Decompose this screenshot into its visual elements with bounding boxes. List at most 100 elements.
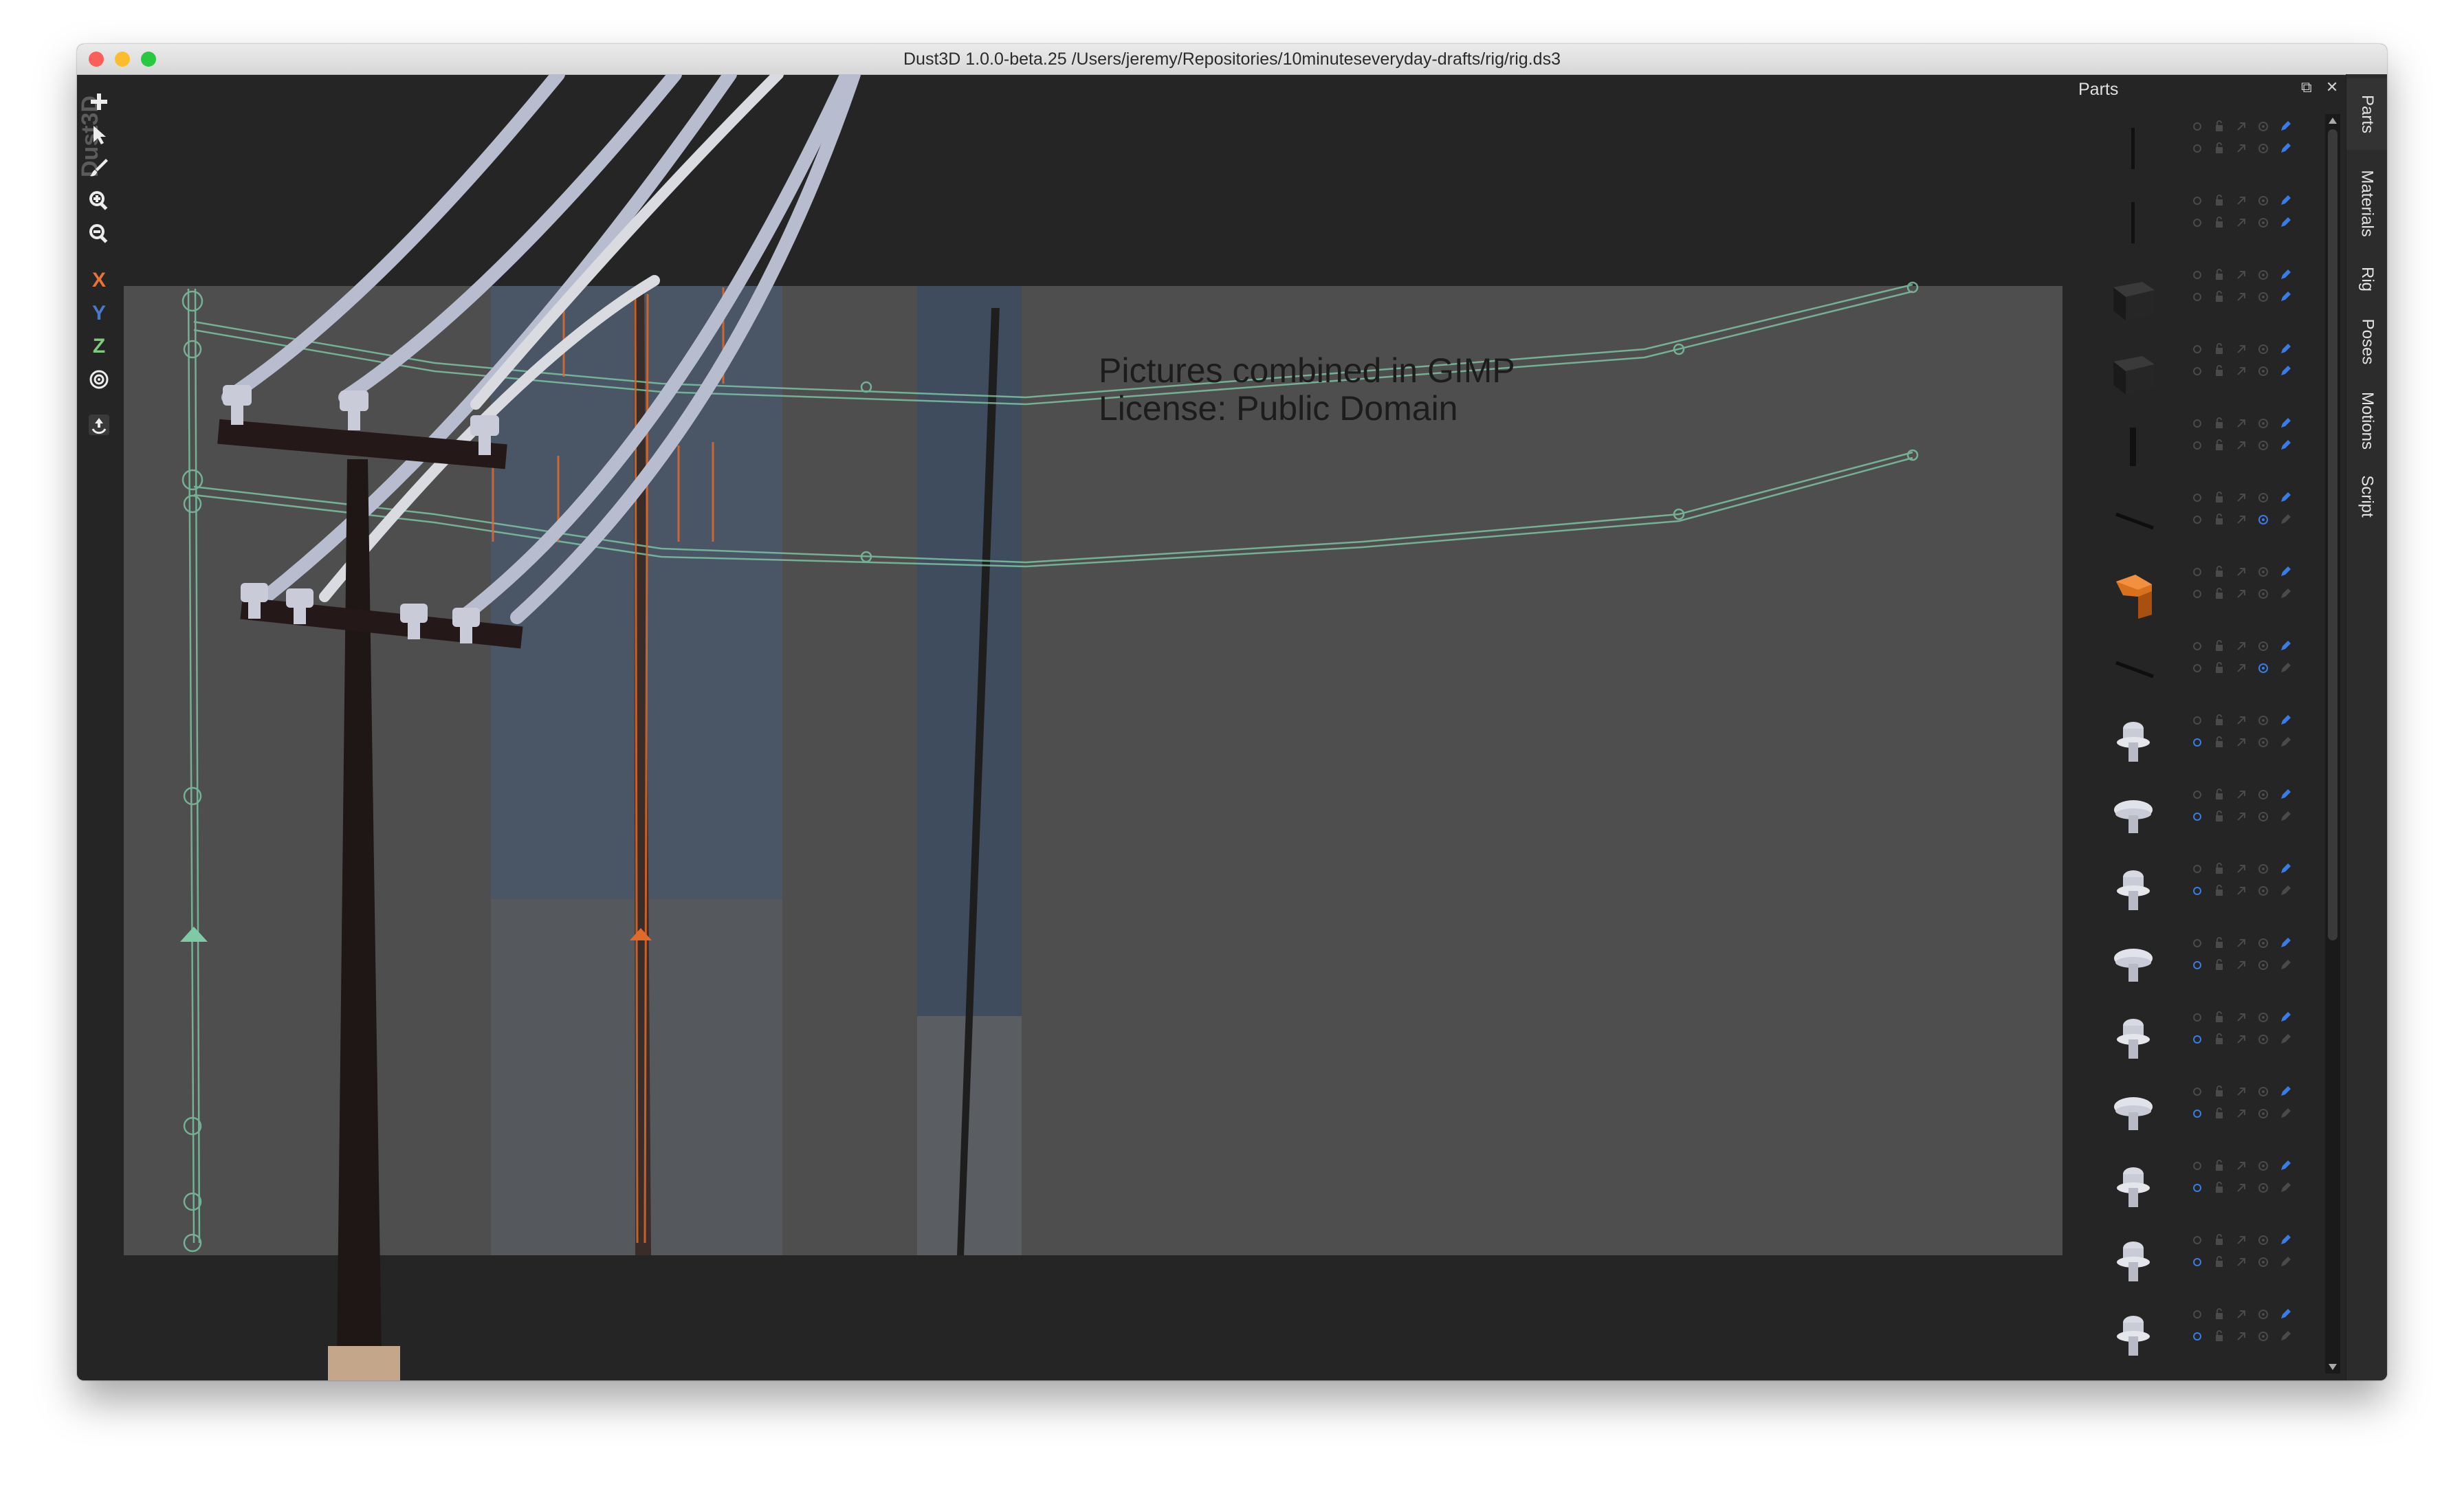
lock-icon[interactable]: [2212, 1085, 2226, 1099]
rotation-icon[interactable]: [2256, 1255, 2270, 1269]
round-end-icon[interactable]: [2278, 1255, 2292, 1269]
xmirror-icon[interactable]: [2190, 1330, 2204, 1343]
disable-icon[interactable]: [2234, 587, 2248, 601]
link-icon[interactable]: [2234, 639, 2248, 653]
wireframe-icon[interactable]: [2256, 1159, 2270, 1173]
edit-color-icon[interactable]: [2278, 1308, 2292, 1321]
wireframe-icon[interactable]: [2256, 714, 2270, 727]
rotation-icon[interactable]: [2256, 1033, 2270, 1046]
visibility-icon[interactable]: [2190, 639, 2204, 653]
link-icon[interactable]: [2234, 1308, 2248, 1321]
disable-icon[interactable]: [2234, 1033, 2248, 1046]
part-item[interactable]: [2071, 484, 2298, 553]
tab-rig[interactable]: Rig: [2346, 257, 2387, 301]
part-item[interactable]: [2071, 410, 2298, 478]
rotation-icon[interactable]: [2256, 142, 2270, 155]
visibility-icon[interactable]: [2190, 714, 2204, 727]
round-end-icon[interactable]: [2278, 587, 2292, 601]
visibility-icon[interactable]: [2190, 788, 2204, 802]
wireframe-icon[interactable]: [2256, 788, 2270, 802]
wireframe-icon[interactable]: [2256, 565, 2270, 579]
link-icon[interactable]: [2234, 268, 2248, 282]
link-icon[interactable]: [2234, 194, 2248, 208]
lock-icon[interactable]: [2212, 1233, 2226, 1247]
edit-color-icon[interactable]: [2278, 714, 2292, 727]
part-item[interactable]: [2071, 113, 2298, 181]
disable-icon[interactable]: [2234, 958, 2248, 972]
subdivide-icon[interactable]: [2212, 810, 2226, 824]
disable-icon[interactable]: [2234, 661, 2248, 675]
subdivide-icon[interactable]: [2212, 364, 2226, 378]
xmirror-icon[interactable]: [2190, 1255, 2204, 1269]
zoom-in-icon[interactable]: [82, 186, 116, 216]
y-axis-lock[interactable]: Y: [82, 298, 116, 329]
add-icon[interactable]: [82, 87, 116, 117]
disable-icon[interactable]: [2234, 736, 2248, 749]
disable-icon[interactable]: [2234, 1255, 2248, 1269]
subdivide-icon[interactable]: [2212, 1330, 2226, 1343]
paint-brush-icon[interactable]: [82, 153, 116, 183]
xmirror-icon[interactable]: [2190, 1033, 2204, 1046]
part-item[interactable]: [2071, 261, 2298, 330]
z-axis-lock[interactable]: Z: [82, 331, 116, 362]
subdivide-icon[interactable]: [2212, 142, 2226, 155]
select-icon[interactable]: [82, 120, 116, 150]
part-item[interactable]: [2071, 1004, 2298, 1072]
lock-icon[interactable]: [2212, 1011, 2226, 1024]
rotation-icon[interactable]: [2256, 513, 2270, 527]
part-item[interactable]: [2071, 929, 2298, 998]
disable-icon[interactable]: [2234, 1330, 2248, 1343]
xmirror-icon[interactable]: [2190, 513, 2204, 527]
wireframe-icon[interactable]: [2256, 417, 2270, 430]
rotation-icon[interactable]: [2256, 216, 2270, 230]
disable-icon[interactable]: [2234, 290, 2248, 304]
subdivide-icon[interactable]: [2212, 513, 2226, 527]
subdivide-icon[interactable]: [2212, 661, 2226, 675]
rotation-icon[interactable]: [2256, 884, 2270, 898]
edit-color-icon[interactable]: [2278, 936, 2292, 950]
wireframe-icon[interactable]: [2256, 639, 2270, 653]
rotation-icon[interactable]: [2256, 810, 2270, 824]
tab-parts[interactable]: Parts: [2346, 78, 2387, 150]
link-icon[interactable]: [2234, 417, 2248, 430]
xmirror-icon[interactable]: [2190, 439, 2204, 452]
rotation-icon[interactable]: [2256, 290, 2270, 304]
wireframe-icon[interactable]: [2256, 1308, 2270, 1321]
link-icon[interactable]: [2234, 120, 2248, 133]
tab-motions[interactable]: Motions: [2346, 382, 2387, 459]
round-end-icon[interactable]: [2278, 884, 2292, 898]
subdivide-icon[interactable]: [2212, 1033, 2226, 1046]
disable-icon[interactable]: [2234, 1181, 2248, 1195]
wireframe-icon[interactable]: [2256, 120, 2270, 133]
round-end-icon[interactable]: [2278, 216, 2292, 230]
lock-icon[interactable]: [2212, 1308, 2226, 1321]
rotation-icon[interactable]: [2256, 958, 2270, 972]
zoom-out-icon[interactable]: [82, 219, 116, 249]
part-item[interactable]: [2071, 335, 2298, 404]
subdivide-icon[interactable]: [2212, 439, 2226, 452]
round-end-icon[interactable]: [2278, 513, 2292, 527]
edit-color-icon[interactable]: [2278, 1159, 2292, 1173]
xmirror-icon[interactable]: [2190, 364, 2204, 378]
visibility-icon[interactable]: [2190, 268, 2204, 282]
round-end-icon[interactable]: [2278, 958, 2292, 972]
edit-color-icon[interactable]: [2278, 788, 2292, 802]
rotation-icon[interactable]: [2256, 1330, 2270, 1343]
xmirror-icon[interactable]: [2190, 1107, 2204, 1121]
tab-materials[interactable]: Materials: [2346, 155, 2387, 252]
visibility-icon[interactable]: [2190, 1233, 2204, 1247]
part-item[interactable]: [2071, 632, 2298, 701]
disable-icon[interactable]: [2234, 364, 2248, 378]
rotation-icon[interactable]: [2256, 1107, 2270, 1121]
wireframe-icon[interactable]: [2256, 1233, 2270, 1247]
rotation-icon[interactable]: [2256, 364, 2270, 378]
round-end-icon[interactable]: [2278, 661, 2292, 675]
link-icon[interactable]: [2234, 1159, 2248, 1173]
visibility-icon[interactable]: [2190, 417, 2204, 430]
lock-icon[interactable]: [2212, 862, 2226, 876]
round-end-icon[interactable]: [2278, 1107, 2292, 1121]
visibility-icon[interactable]: [2190, 1011, 2204, 1024]
edit-color-icon[interactable]: [2278, 1085, 2292, 1099]
visibility-icon[interactable]: [2190, 862, 2204, 876]
link-icon[interactable]: [2234, 714, 2248, 727]
